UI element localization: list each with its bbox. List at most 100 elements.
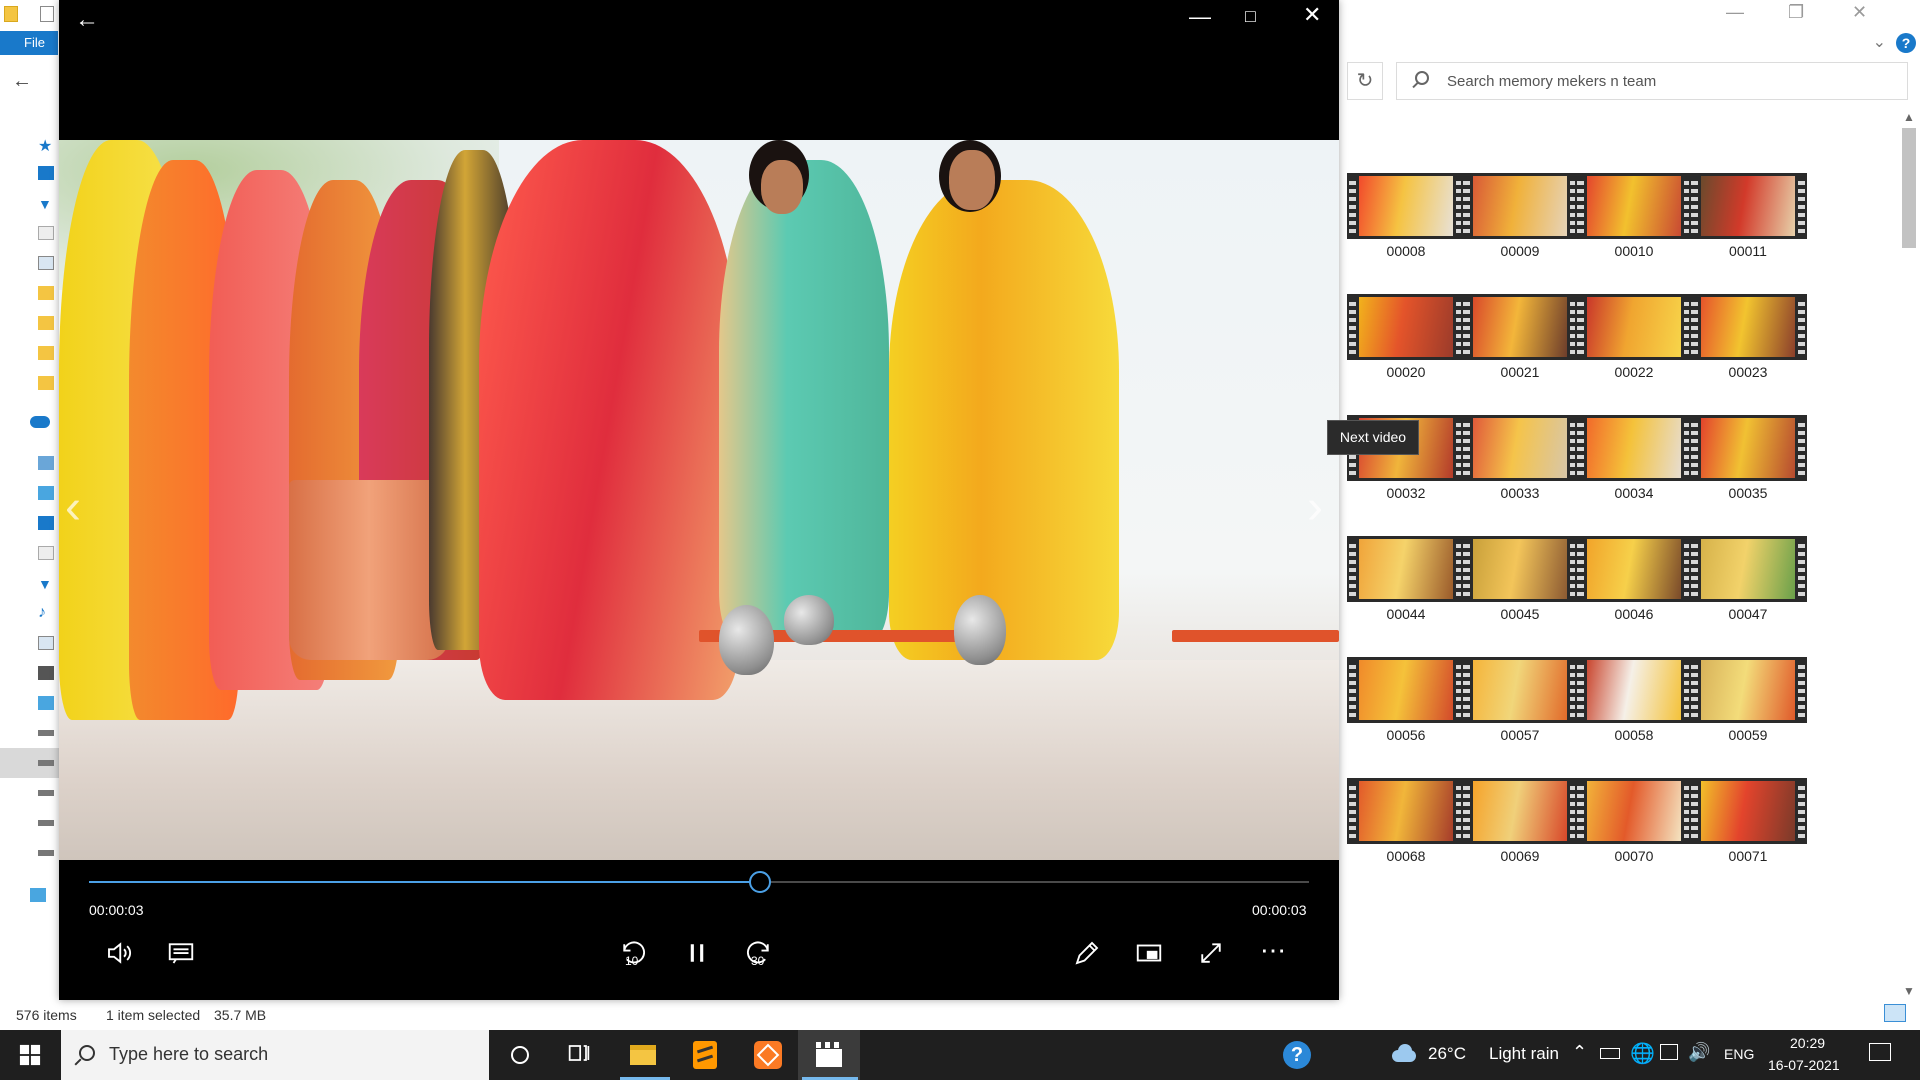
next-video-icon[interactable]: › <box>1307 480 1323 535</box>
battery-icon[interactable] <box>1600 1048 1620 1059</box>
scroll-up-icon[interactable]: ▲ <box>1900 110 1918 126</box>
video-thumbnail-item[interactable]: 00020 <box>1342 291 1472 431</box>
3d-objects-icon[interactable] <box>38 486 54 500</box>
star-icon[interactable]: ★ <box>38 136 54 155</box>
weather-temp[interactable]: 26°C <box>1428 1044 1466 1064</box>
seek-handle[interactable] <box>749 871 771 893</box>
captions-icon[interactable] <box>163 935 199 971</box>
drive-icon[interactable] <box>38 790 54 796</box>
video-thumbnail-item[interactable]: 00022 <box>1570 291 1700 431</box>
video-thumbnail-item[interactable]: 00056 <box>1342 654 1472 794</box>
video-thumbnail-item[interactable]: 00045 <box>1456 533 1586 673</box>
folder-icon[interactable] <box>38 286 54 300</box>
video-thumbnail-item[interactable]: 00011 <box>1684 170 1814 310</box>
windows-drive-icon[interactable] <box>38 696 54 710</box>
video-thumbnail-item[interactable]: 00046 <box>1570 533 1700 673</box>
minimize-icon[interactable]: — <box>1189 4 1211 30</box>
taskbar-search-box[interactable]: Type here to search <box>61 1030 489 1080</box>
more-icon[interactable]: ⋯ <box>1255 935 1291 971</box>
network-icon[interactable] <box>1660 1044 1678 1060</box>
large-icons-view-icon[interactable] <box>1884 1004 1906 1022</box>
explorer-search-box[interactable] <box>1396 62 1908 100</box>
onedrive-icon[interactable] <box>30 416 50 428</box>
sublime-text-icon[interactable] <box>689 1039 721 1071</box>
video-thumbnail-item[interactable]: 00071 <box>1684 775 1814 915</box>
minimize-icon[interactable]: — <box>1726 2 1744 23</box>
video-thumbnail-item[interactable]: 00070 <box>1570 775 1700 915</box>
video-thumbnail-item[interactable]: 00035 <box>1684 412 1814 552</box>
desktop-icon[interactable] <box>38 166 54 180</box>
folder-icon[interactable] <box>38 316 54 330</box>
chevron-up-icon[interactable]: ⌃ <box>1572 1042 1587 1063</box>
input-language[interactable]: ENG <box>1724 1046 1754 1062</box>
folder-icon[interactable] <box>38 376 54 390</box>
xampp-icon[interactable] <box>752 1039 784 1071</box>
drive-icon[interactable] <box>38 760 54 766</box>
seek-bar[interactable] <box>89 871 1309 893</box>
network-icon[interactable] <box>30 888 46 902</box>
video-frame[interactable] <box>59 140 1339 860</box>
rewind-10-icon[interactable]: 10 <box>615 935 651 971</box>
download-icon[interactable]: ▼ <box>38 576 54 592</box>
back-arrow-icon[interactable]: ← <box>12 70 32 93</box>
video-thumbnail-item[interactable]: 00059 <box>1684 654 1814 794</box>
globe-icon[interactable]: 🌐 <box>1630 1041 1655 1066</box>
checkbox-icon[interactable] <box>40 6 54 22</box>
folder-icon[interactable] <box>4 6 18 22</box>
video-thumbnail-item[interactable]: 00033 <box>1456 412 1586 552</box>
movies-tv-icon[interactable] <box>813 1039 845 1071</box>
document-icon[interactable] <box>38 546 54 560</box>
drive-icon[interactable] <box>38 850 54 856</box>
document-icon[interactable] <box>38 226 54 240</box>
speaker-icon[interactable]: 🔊 <box>1688 1042 1710 1063</box>
clock-date[interactable]: 16-07-2021 <box>1768 1057 1840 1073</box>
video-thumbnail-item[interactable]: 00009 <box>1456 170 1586 310</box>
help-tips-icon[interactable]: ? <box>1281 1039 1313 1071</box>
cortana-icon[interactable] <box>504 1039 536 1071</box>
cloud-rain-icon[interactable] <box>1390 1044 1418 1066</box>
desktop-icon[interactable] <box>38 516 54 530</box>
video-thumbnail-item[interactable]: 00034 <box>1570 412 1700 552</box>
scroll-thumb[interactable] <box>1902 128 1916 248</box>
windows-start-icon[interactable] <box>0 1030 60 1080</box>
pictures-icon[interactable] <box>38 636 54 650</box>
details-view-icon[interactable] <box>1856 1004 1878 1022</box>
folder-icon[interactable] <box>38 346 54 360</box>
restore-icon[interactable]: ❐ <box>1788 2 1804 23</box>
weather-description[interactable]: Light rain <box>1489 1044 1559 1064</box>
download-icon[interactable]: ▼ <box>38 196 54 212</box>
file-explorer-icon[interactable] <box>627 1039 659 1071</box>
explorer-scrollbar[interactable]: ▲ ▼ <box>1900 110 1918 1000</box>
back-arrow-icon[interactable]: ← <box>75 6 99 34</box>
mini-view-icon[interactable] <box>1131 935 1167 971</box>
video-thumbnail-item[interactable]: 00023 <box>1684 291 1814 431</box>
video-thumbnail-item[interactable]: 00058 <box>1570 654 1700 794</box>
pause-icon[interactable] <box>679 935 715 971</box>
drive-icon[interactable] <box>38 820 54 826</box>
video-thumbnail-item[interactable]: 00057 <box>1456 654 1586 794</box>
fullscreen-icon[interactable] <box>1193 935 1229 971</box>
video-thumbnail-item[interactable]: 00047 <box>1684 533 1814 673</box>
volume-icon[interactable] <box>101 935 137 971</box>
pictures-icon[interactable] <box>38 256 54 270</box>
music-icon[interactable]: ♪ <box>38 604 54 621</box>
help-icon[interactable]: ? <box>1896 33 1916 53</box>
videos-icon[interactable] <box>38 666 54 680</box>
scroll-down-icon[interactable]: ▼ <box>1900 984 1918 1000</box>
drive-icon[interactable] <box>38 730 54 736</box>
video-thumbnail-item[interactable]: 00069 <box>1456 775 1586 915</box>
video-thumbnail-item[interactable]: 00044 <box>1342 533 1472 673</box>
close-icon[interactable]: ✕ <box>1852 2 1867 23</box>
task-view-icon[interactable] <box>565 1039 597 1071</box>
video-thumbnail-item[interactable]: 00021 <box>1456 291 1586 431</box>
previous-video-icon[interactable]: ‹ <box>65 480 81 535</box>
file-tab[interactable]: File <box>0 31 58 55</box>
video-thumbnail-item[interactable]: 00008 <box>1342 170 1472 310</box>
chevron-down-icon[interactable]: ⌄ <box>1873 32 1886 52</box>
this-pc-icon[interactable] <box>38 456 54 470</box>
close-icon[interactable]: ✕ <box>1303 2 1321 28</box>
explorer-search-input[interactable] <box>1447 70 1887 92</box>
maximize-icon[interactable]: □ <box>1245 6 1256 27</box>
video-thumbnail-item[interactable]: 00010 <box>1570 170 1700 310</box>
notifications-icon[interactable] <box>1869 1043 1891 1061</box>
